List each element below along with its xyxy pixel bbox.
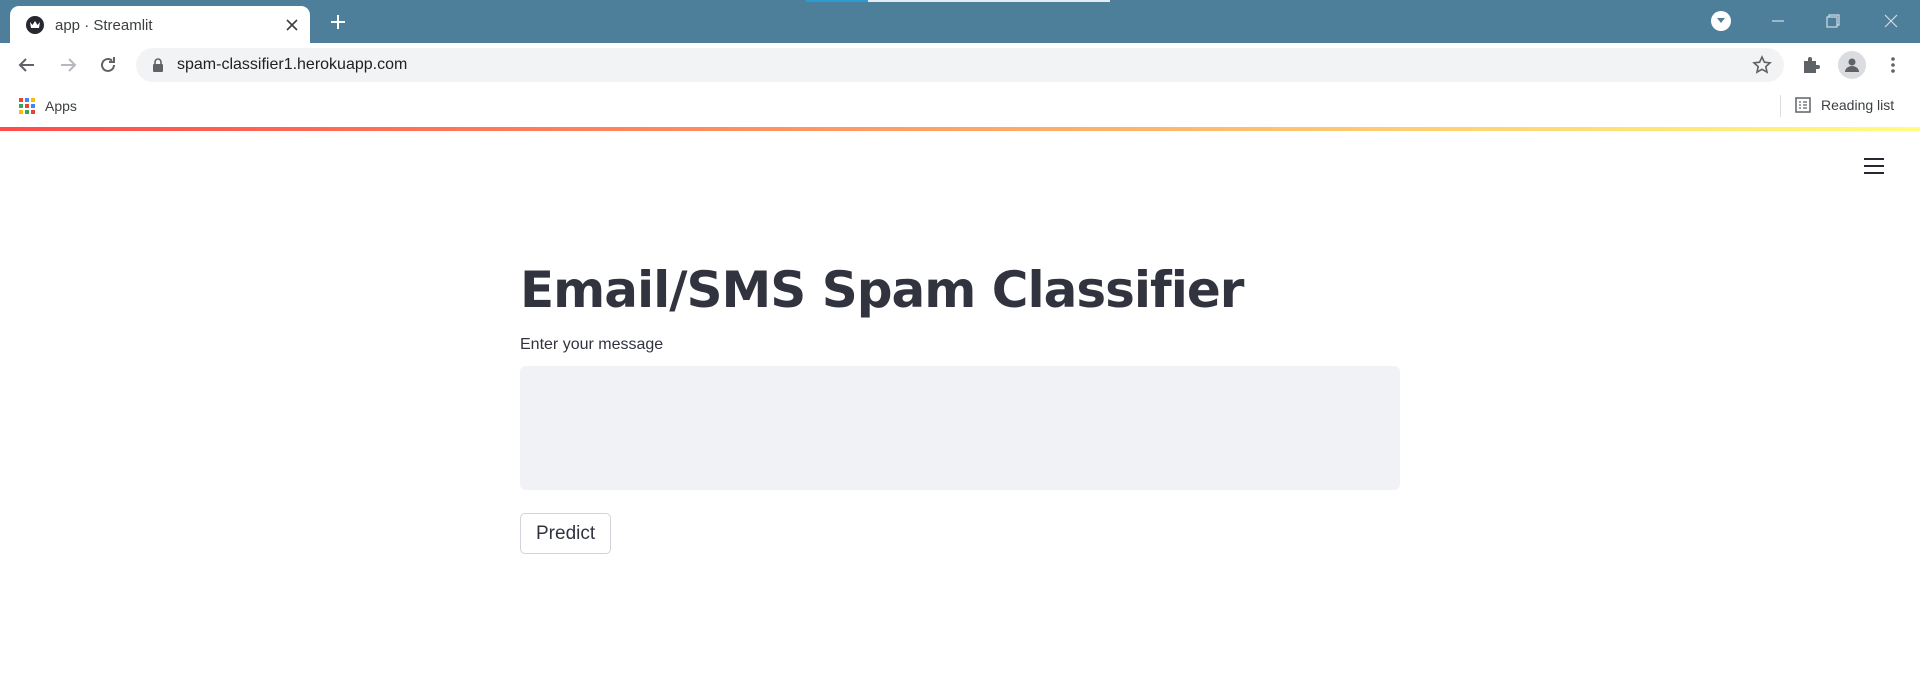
url-text[interactable]: spam-classifier1.herokuapp.com [177, 56, 407, 74]
minimize-icon[interactable] [1763, 6, 1793, 36]
reload-icon[interactable] [94, 51, 122, 79]
header-decoration [0, 127, 1920, 131]
bookmarks-bar: Apps Reading list [0, 87, 1920, 127]
bookmark-star-icon[interactable] [1752, 55, 1772, 75]
streamlit-crown-icon [26, 16, 44, 34]
apps-grid-icon [19, 98, 35, 114]
titlebar-accent [806, 0, 868, 2]
reading-list-icon [1795, 97, 1811, 113]
main-content: Email/SMS Spam Classifier Enter your mes… [520, 260, 1400, 554]
lock-icon [153, 58, 163, 72]
profile-avatar-icon[interactable] [1838, 51, 1866, 79]
message-input-label: Enter your message [520, 336, 664, 353]
extensions-puzzle-icon[interactable] [1797, 51, 1825, 79]
more-options-icon[interactable] [1879, 51, 1907, 79]
tab-title: app · Streamlit [55, 17, 153, 34]
back-arrow-icon[interactable] [13, 51, 41, 79]
reading-list-button[interactable]: Reading list [1795, 97, 1894, 113]
browser-tab[interactable]: app · Streamlit [10, 6, 310, 43]
close-window-icon[interactable] [1876, 6, 1906, 36]
new-tab-icon[interactable] [325, 9, 351, 35]
close-tab-icon[interactable] [282, 15, 302, 35]
address-bar[interactable]: spam-classifier1.herokuapp.com [136, 48, 1784, 82]
page-title: Email/SMS Spam Classifier [520, 261, 1244, 319]
browser-titlebar: app · Streamlit [0, 0, 1920, 43]
reading-list-label: Reading list [1821, 97, 1895, 113]
bookmarks-divider [1780, 95, 1781, 117]
apps-label: Apps [45, 98, 77, 114]
tab-search-icon[interactable] [1711, 11, 1731, 31]
browser-toolbar: spam-classifier1.herokuapp.com [0, 43, 1920, 87]
predict-button[interactable]: Predict [520, 513, 612, 554]
hamburger-menu-icon[interactable] [1862, 154, 1886, 178]
titlebar-accent [868, 0, 1110, 2]
message-input[interactable] [520, 366, 1400, 490]
apps-shortcut[interactable]: Apps [19, 98, 77, 114]
forward-arrow-icon[interactable] [54, 51, 82, 79]
restore-icon[interactable] [1818, 6, 1848, 36]
